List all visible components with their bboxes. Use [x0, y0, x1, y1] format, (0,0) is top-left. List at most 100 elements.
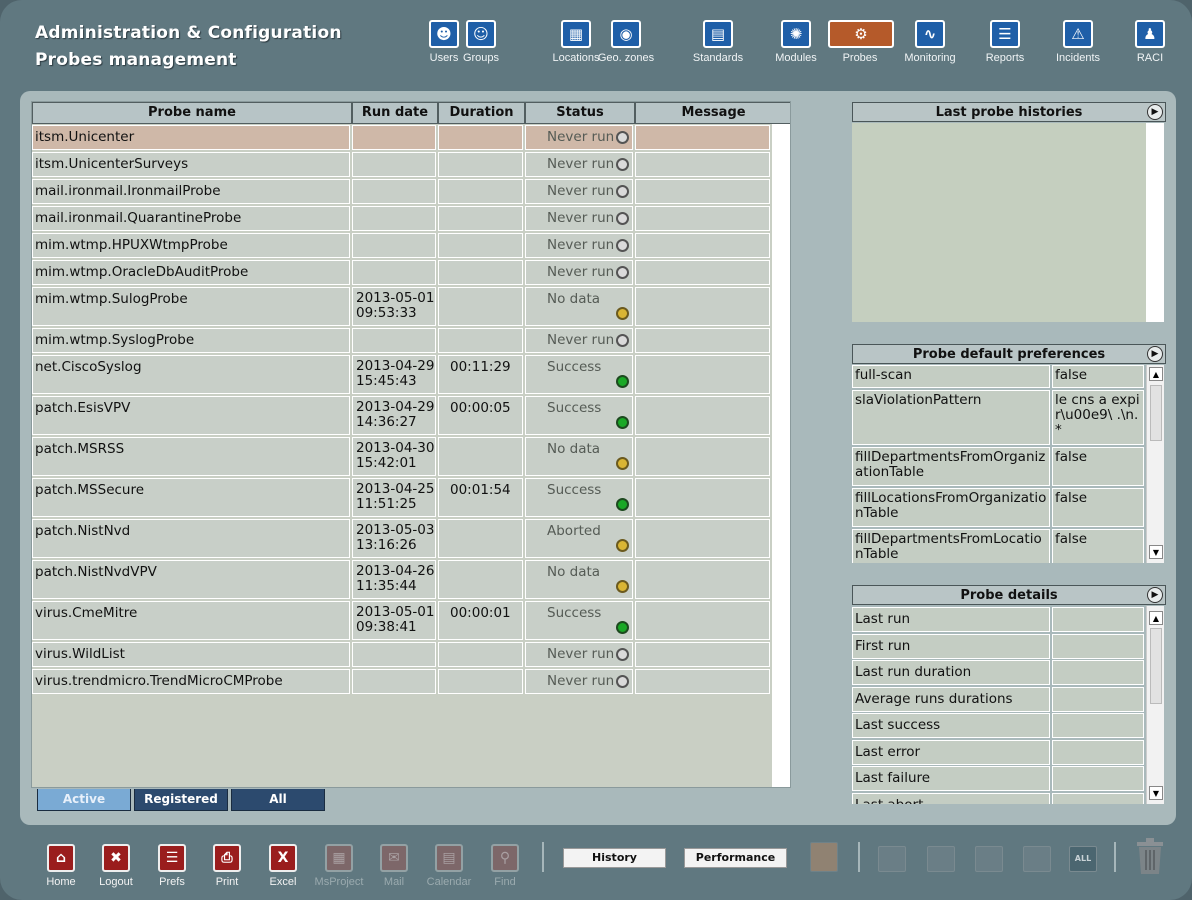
status-text: Never run: [547, 646, 615, 662]
scroll-down-icon[interactable]: ▼: [1149, 786, 1163, 800]
run-time: 11:51:25: [356, 496, 417, 512]
group-icon: ☺: [466, 20, 496, 48]
mail-icon: ✉: [380, 844, 408, 872]
table-row[interactable]: patch.NistNvdVPV 2013-04-26 11:35:44 No dat…: [32, 560, 772, 600]
nav-standards[interactable]: ▤ Standards: [686, 20, 750, 72]
duration-cell: [438, 260, 523, 285]
tab-all[interactable]: All: [231, 789, 325, 811]
table-row[interactable]: mim.wtmp.OracleDbAuditProbe Never run: [32, 260, 772, 286]
table-row[interactable]: mail.ironmail.IronmailProbe Never run: [32, 179, 772, 205]
table-row[interactable]: mim.wtmp.SulogProbe 2013-05-01 09:53:33 No …: [32, 287, 772, 327]
table-row[interactable]: itsm.UnicenterSurveys Never run: [32, 152, 772, 178]
message-cell: [635, 560, 770, 599]
status-yellow-indicator-icon: [616, 580, 629, 593]
preference-value[interactable]: false: [1052, 447, 1144, 486]
home-button[interactable]: ⌂ Home: [34, 844, 88, 888]
table-row[interactable]: patch.NistNvd 2013-05-03 13:16:26 Aborted: [32, 519, 772, 559]
scroll-down-icon[interactable]: ▼: [1149, 545, 1163, 559]
probe-name-cell: mim.wtmp.SulogProbe: [32, 287, 350, 326]
detail-value: [1052, 766, 1144, 791]
preference-value[interactable]: le cns a expir\u00e9\ .\n.*: [1052, 390, 1144, 445]
histories-panel-header: Last probe histories ▶: [852, 102, 1166, 122]
status-text: Never run: [547, 210, 615, 226]
table-row[interactable]: virus.trendmicro.TrendMicroCMProbe Never …: [32, 669, 772, 695]
tab-registered[interactable]: Registered: [134, 789, 228, 811]
preferences-scrollbar[interactable]: ▲ ▼: [1146, 365, 1164, 563]
nav-reports[interactable]: ☰ Reports: [973, 20, 1037, 72]
detail-value: [1052, 633, 1144, 659]
detail-label: Last failure: [852, 766, 1050, 791]
expand-arrow-icon[interactable]: ▶: [1147, 587, 1163, 603]
preference-value[interactable]: false: [1052, 529, 1144, 563]
trash-icon[interactable]: [1134, 836, 1166, 876]
details-scrollbar[interactable]: ▲ ▼: [1146, 606, 1164, 804]
toolbar-label: Calendar: [426, 876, 472, 888]
column-header-probe-name[interactable]: Probe name: [32, 102, 352, 124]
expand-arrow-icon[interactable]: ▶: [1147, 346, 1163, 362]
people-icon: ♟: [1135, 20, 1165, 48]
logout-button[interactable]: ✖ Logout: [89, 844, 143, 888]
performance-button[interactable]: Performance: [684, 848, 787, 868]
nav-groups[interactable]: ☺ Groups: [449, 20, 513, 72]
scroll-thumb[interactable]: [1150, 385, 1162, 441]
probe-name-cell: patch.MSRSS: [32, 437, 350, 476]
table-scrollbar[interactable]: [772, 124, 790, 787]
table-row[interactable]: mim.wtmp.HPUXWtmpProbe Never run: [32, 233, 772, 259]
table-row[interactable]: patch.MSRSS 2013-04-30 15:42:01 No data: [32, 437, 772, 477]
warning-icon: ⚠: [1063, 20, 1093, 48]
column-header-message[interactable]: Message: [635, 102, 790, 124]
preference-value[interactable]: false: [1052, 488, 1144, 527]
message-cell: [635, 437, 770, 476]
table-row[interactable]: virus.CmeMitre 2013-05-01 09:38:41 00:00:01…: [32, 601, 772, 641]
nav-raci[interactable]: ♟ RACI: [1118, 20, 1182, 72]
nav-probes[interactable]: ⚙ Probes: [828, 20, 894, 72]
run-date: 2013-04-29: [356, 399, 435, 415]
table-row[interactable]: patch.MSSecure 2013-04-25 11:51:25 00:01:54…: [32, 478, 772, 518]
excel-button[interactable]: X Excel: [256, 844, 310, 888]
table-row[interactable]: patch.EsisVPV 2013-04-29 14:36:27 00:00:05 S…: [32, 396, 772, 436]
status-cell: Success: [525, 601, 633, 640]
run-date: 2013-04-25: [356, 481, 435, 497]
status-cell: Success: [525, 478, 633, 517]
preference-key: slaViolationPattern: [852, 390, 1050, 445]
column-header-duration[interactable]: Duration: [438, 102, 525, 124]
toolbar-divider: [1114, 842, 1116, 872]
status-yellow-indicator-icon: [616, 457, 629, 470]
column-header-status[interactable]: Status: [525, 102, 635, 124]
table-row[interactable]: virus.WildList Never run: [32, 642, 772, 668]
all-slots-button[interactable]: ALL: [1069, 846, 1097, 872]
preference-value[interactable]: false: [1052, 365, 1144, 388]
status-green-indicator-icon: [616, 416, 629, 429]
status-cell: Never run: [525, 152, 633, 177]
nav-monitoring[interactable]: ∿ Monitoring: [898, 20, 962, 72]
duration-cell: [438, 233, 523, 258]
scroll-up-icon[interactable]: ▲: [1149, 611, 1163, 625]
prefs-button[interactable]: ☰ Prefs: [145, 844, 199, 888]
detail-value: [1052, 607, 1144, 632]
detail-value: [1052, 792, 1144, 804]
page-subtitle: Probes management: [35, 50, 237, 70]
table-row[interactable]: itsm.Unicenter Never run: [32, 125, 772, 151]
scroll-thumb[interactable]: [1150, 628, 1162, 704]
column-header-run-date[interactable]: Run date: [352, 102, 438, 124]
message-cell: [635, 287, 770, 326]
table-row[interactable]: mail.ironmail.QuarantineProbe Never run: [32, 206, 772, 232]
expand-arrow-icon[interactable]: ▶: [1147, 104, 1163, 120]
print-icon: ⎙: [213, 844, 241, 872]
table-row[interactable]: net.CiscoSyslog 2013-04-29 15:45:43 00:11:2…: [32, 355, 772, 395]
run-time: 09:38:41: [356, 619, 417, 635]
tab-active[interactable]: Active: [37, 789, 131, 811]
print-button[interactable]: ⎙ Print: [200, 844, 254, 888]
table-row[interactable]: mim.wtmp.SyslogProbe Never run: [32, 328, 772, 354]
probe-table: Probe name Run date Duration Status Mess…: [31, 101, 791, 788]
status-text: Success: [547, 482, 602, 498]
nav-geo-zones[interactable]: ◉ Geo. zones: [594, 20, 658, 72]
nav-label: Reports: [985, 52, 1025, 64]
msproject-icon: ▦: [325, 844, 353, 872]
scroll-up-icon[interactable]: ▲: [1149, 367, 1163, 381]
status-text: No data: [547, 291, 601, 307]
status-text: Aborted: [547, 523, 601, 539]
history-button[interactable]: History: [563, 848, 666, 868]
nav-incidents[interactable]: ⚠ Incidents: [1046, 20, 1110, 72]
nav-modules[interactable]: ✺ Modules: [764, 20, 828, 72]
